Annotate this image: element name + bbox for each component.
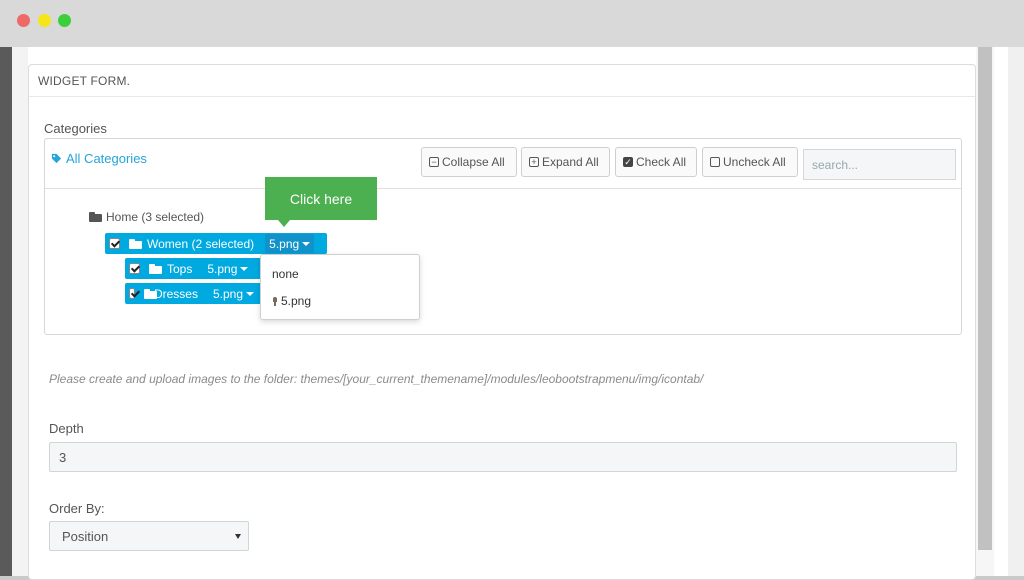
expand-all-label: Expand All [542,155,599,169]
women-image-value: 5.png [269,236,300,251]
window-titlebar [0,0,1024,47]
check-all-label: Check All [636,155,687,169]
dropdown-option-5png-label: 5.png [281,294,312,308]
tree-node-women-label: Women (2 selected) [147,236,255,251]
depth-value: 3 [59,449,67,465]
caret-down-icon [240,266,249,271]
category-search-input[interactable] [803,149,956,180]
expand-all-button[interactable]: + Expand All [521,147,610,177]
dropdown-option-5png[interactable]: 5.png [272,294,311,308]
tree-node-dresses[interactable]: Dresses 5.png [125,283,262,304]
categories-label: Categories [44,121,107,136]
folder-open-icon [129,238,142,249]
collapse-all-button[interactable]: − Collapse All [421,147,517,177]
order-by-label: Order By: [49,501,105,516]
all-categories-link[interactable]: All Categories [51,151,147,166]
folder-icon [143,288,158,299]
tree-node-home-label: Home (3 selected) [106,210,205,224]
all-categories-label: All Categories [66,151,147,166]
collapse-all-label: Collapse All [442,155,505,169]
depth-input[interactable]: 3 [49,442,957,472]
tooltip-arrow [278,220,290,227]
dresses-checkbox[interactable] [129,288,135,299]
dropdown-option-none[interactable]: none [272,267,299,281]
select-caret-icon [235,534,241,539]
tops-image-value: 5.png [207,261,238,276]
tree-node-tops-label: Tops [167,261,193,276]
panel-heading: WIDGET FORM. [38,74,131,88]
panel-divider [29,96,975,97]
caret-down-icon [302,241,311,246]
upload-help-text: Please create and upload images to the f… [49,372,704,386]
left-sidebar-gutter [12,47,28,580]
plus-square-icon: + [529,157,539,167]
caret-down-icon [246,291,254,296]
order-by-select[interactable]: Position [49,521,249,551]
tops-checkbox[interactable] [129,263,140,274]
tooltip-text: Click here [289,190,353,207]
tree-toolbar: All Categories − Collapse All + Expand A… [45,139,961,189]
left-sidebar-strip [0,47,12,580]
close-window-icon[interactable] [17,14,30,27]
depth-label: Depth [49,421,84,436]
image-thumbnail-icon [272,296,278,306]
tree-node-tops[interactable]: Tops 5.png [125,258,262,279]
check-square-icon: ✓ [623,157,633,167]
dropdown-option-none-label: none [272,267,299,281]
uncheck-all-label: Uncheck All [723,155,786,169]
folder-open-icon [89,212,102,222]
minus-square-icon: − [429,157,439,167]
minimize-window-icon[interactable] [38,14,51,27]
folder-icon [149,263,162,274]
right-page-strip [1008,47,1024,580]
empty-square-icon [710,157,720,167]
uncheck-all-button[interactable]: Uncheck All [702,147,798,177]
women-image-select[interactable]: 5.png [265,234,315,253]
women-checkbox[interactable] [109,238,120,249]
tree-node-dresses-label: Dresses [153,286,198,301]
category-tree-box: All Categories − Collapse All + Expand A… [44,138,962,335]
tops-image-select[interactable]: 5.png [203,259,252,278]
modal-scrollbar[interactable] [978,47,992,550]
dresses-image-value: 5.png [212,286,243,301]
maximize-window-icon[interactable] [58,14,71,27]
widget-form-panel: WIDGET FORM. Categories All Categories −… [28,64,976,580]
dresses-image-select[interactable]: 5.png [209,284,258,303]
tag-icon [51,153,62,164]
tree-node-home[interactable]: Home (3 selected) [89,210,204,224]
image-dropdown-menu: none 5.png [260,254,420,320]
click-here-tooltip: Click here [265,177,377,220]
order-by-value: Position [62,528,109,544]
check-all-button[interactable]: ✓ Check All [615,147,697,177]
tree-node-women[interactable]: Women (2 selected) 5.png [105,233,327,254]
